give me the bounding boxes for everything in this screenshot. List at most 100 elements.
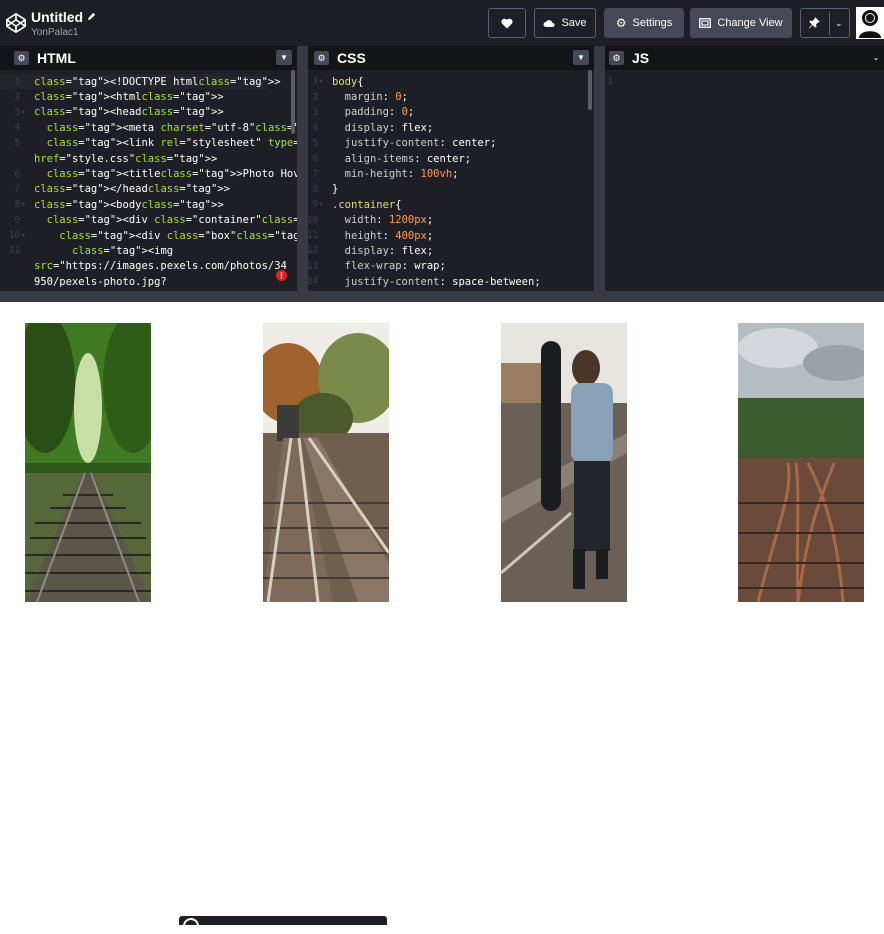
html-collapse-chevron-icon[interactable]: ▼ <box>276 50 292 65</box>
code-line: src="https://images.pexels.com/photos/34 <box>0 259 297 274</box>
pen-title[interactable]: Untitled <box>31 9 83 25</box>
code-line: 4 display: flex; <box>308 120 594 135</box>
code-text: flex-wrap: wrap; <box>344 260 446 273</box>
js-pane: ⚙ JS ⌄ 1 <box>605 46 884 291</box>
code-line: 1▾ body{ <box>308 74 594 89</box>
code-line: 4 class="tag"><meta charset="utf-8"class… <box>0 120 297 135</box>
settings-button[interactable]: ⚙ Settings <box>604 8 684 38</box>
line-number: 3 <box>312 106 324 118</box>
change-view-button[interactable]: Change View <box>690 8 792 38</box>
code-text: height: 400px; <box>344 229 434 242</box>
code-text: class="tag"><titleclass="tag">>Photo Hov… <box>46 168 297 181</box>
code-line: 9▾ .container{ <box>308 197 594 212</box>
code-text: margin: 0; <box>344 91 408 104</box>
code-line: 10 width: 1200px; <box>308 213 594 228</box>
code-line: 7 class="tag"></headclass="tag">> <box>0 182 297 197</box>
line-number: 4 <box>312 122 324 134</box>
change-view-icon <box>699 18 712 28</box>
code-line: 950/pexels-photo.jpg? <box>0 274 297 289</box>
code-text: justify-content: center; <box>344 137 497 150</box>
line-number: 8▾ <box>14 199 26 211</box>
console-toggle[interactable] <box>179 916 387 934</box>
line-number: 8 <box>312 183 324 195</box>
css-settings-gear-icon[interactable]: ⚙ <box>314 51 329 65</box>
pin-button[interactable]: ⌄ <box>800 8 850 38</box>
code-text: } <box>332 183 339 196</box>
css-code-editor[interactable]: 1▾ body{2 margin: 0; 3 padding: 0; 4 displa… <box>308 70 594 289</box>
line-number: 1 <box>14 76 26 88</box>
code-text: align-items: center; <box>344 152 472 165</box>
code-text: 950/pexels-photo.jpg? <box>34 275 167 288</box>
html-pane-header: ⚙ HTML ▼ <box>0 46 297 70</box>
pin-divider <box>829 11 830 35</box>
preview-resizer[interactable] <box>0 291 884 302</box>
js-code-editor[interactable]: 1 <box>605 70 884 89</box>
pin-icon <box>809 17 820 29</box>
error-icon[interactable] <box>276 270 287 281</box>
code-text: class="tag"><div class="box"class="tag">… <box>59 229 297 242</box>
line-number: 2 <box>14 91 26 103</box>
code-text: class="tag"><headclass="tag">> <box>34 106 224 119</box>
line-number: 11 <box>308 230 324 242</box>
code-text: display: flex; <box>344 244 434 257</box>
line-number: 1▾ <box>312 76 324 88</box>
code-line: 11 class="tag"><img <box>0 243 297 258</box>
line-number: 1 <box>607 76 619 88</box>
code-text: display: flex; <box>344 121 434 134</box>
line-number: 10 <box>308 214 324 226</box>
preview-area <box>0 302 884 934</box>
code-line: 2 margin: 0; <box>308 89 594 104</box>
code-line: href="style.css"class="tag">> <box>0 151 297 166</box>
line-number: 5 <box>312 137 324 149</box>
code-line: 7 min-height: 100vh; <box>308 166 594 181</box>
css-pane-title: CSS <box>337 50 366 66</box>
chevron-down-icon[interactable]: ⌄ <box>835 18 843 29</box>
save-label: Save <box>561 17 587 29</box>
js-pane-title: JS <box>632 50 650 66</box>
code-line: 9 class="tag"><div class="container"clas… <box>0 213 297 228</box>
html-settings-gear-icon[interactable]: ⚙ <box>14 51 29 65</box>
heart-icon <box>501 18 513 28</box>
console-icon <box>183 918 199 934</box>
css-pane: ⚙ CSS ▼ 1▾ body{2 margin: 0; 3 padding: 0;… <box>308 46 594 291</box>
line-number: 6 <box>14 168 26 180</box>
photo-forest-railway <box>25 323 151 602</box>
code-line: 14 justify-content: space-between; <box>308 274 594 289</box>
code-text: class="tag"><bodyclass="tag">> <box>34 198 224 211</box>
pane-divider[interactable] <box>297 46 308 291</box>
css-pane-header: ⚙ CSS ▼ <box>308 46 594 70</box>
line-number: 4 <box>14 122 26 134</box>
code-text: padding: 0; <box>344 106 415 119</box>
code-line: 6 class="tag"><titleclass="tag">>Photo H… <box>0 166 297 181</box>
line-number: 11 <box>8 245 26 257</box>
code-text: class="tag"><img <box>71 244 174 257</box>
heart-button[interactable] <box>488 8 526 38</box>
top-bar: Untitled YonPalac1 Save ⚙ Settings Chang… <box>0 0 884 46</box>
css-scrollbar[interactable] <box>588 70 592 110</box>
avatar[interactable] <box>856 7 884 39</box>
avatar-icon <box>859 10 881 38</box>
change-view-label: Change View <box>717 17 783 29</box>
code-line: 13 flex-wrap: wrap; <box>308 259 594 274</box>
pencil-icon[interactable] <box>87 12 96 21</box>
code-text: class="tag"><htmlclass="tag">> <box>34 91 224 104</box>
js-settings-gear-icon[interactable]: ⚙ <box>609 51 624 65</box>
line-number: 9▾ <box>312 199 324 211</box>
js-collapse-chevron-icon[interactable]: ⌄ <box>868 50 884 65</box>
code-text: class="tag"></headclass="tag">> <box>34 183 230 196</box>
code-text: src="https://images.pexels.com/photos/34 <box>34 260 287 273</box>
username[interactable]: YonPalac1 <box>31 27 96 38</box>
codepen-logo-icon[interactable] <box>5 12 27 34</box>
html-code-editor[interactable]: 1 class="tag"><!DOCTYPE htmlclass="tag">… <box>0 70 297 289</box>
css-collapse-chevron-icon[interactable]: ▼ <box>573 50 589 65</box>
line-number: 14 <box>308 276 324 288</box>
html-scrollbar[interactable] <box>291 70 295 134</box>
line-number: 5 <box>14 137 26 149</box>
save-button[interactable]: Save <box>534 8 596 38</box>
js-pane-header: ⚙ JS ⌄ <box>605 46 884 70</box>
pane-divider[interactable] <box>594 46 605 291</box>
line-number: 7 <box>14 183 26 195</box>
line-number: 9 <box>14 214 26 226</box>
code-line: 12 display: flex; <box>308 243 594 258</box>
code-text: .container{ <box>332 198 402 211</box>
